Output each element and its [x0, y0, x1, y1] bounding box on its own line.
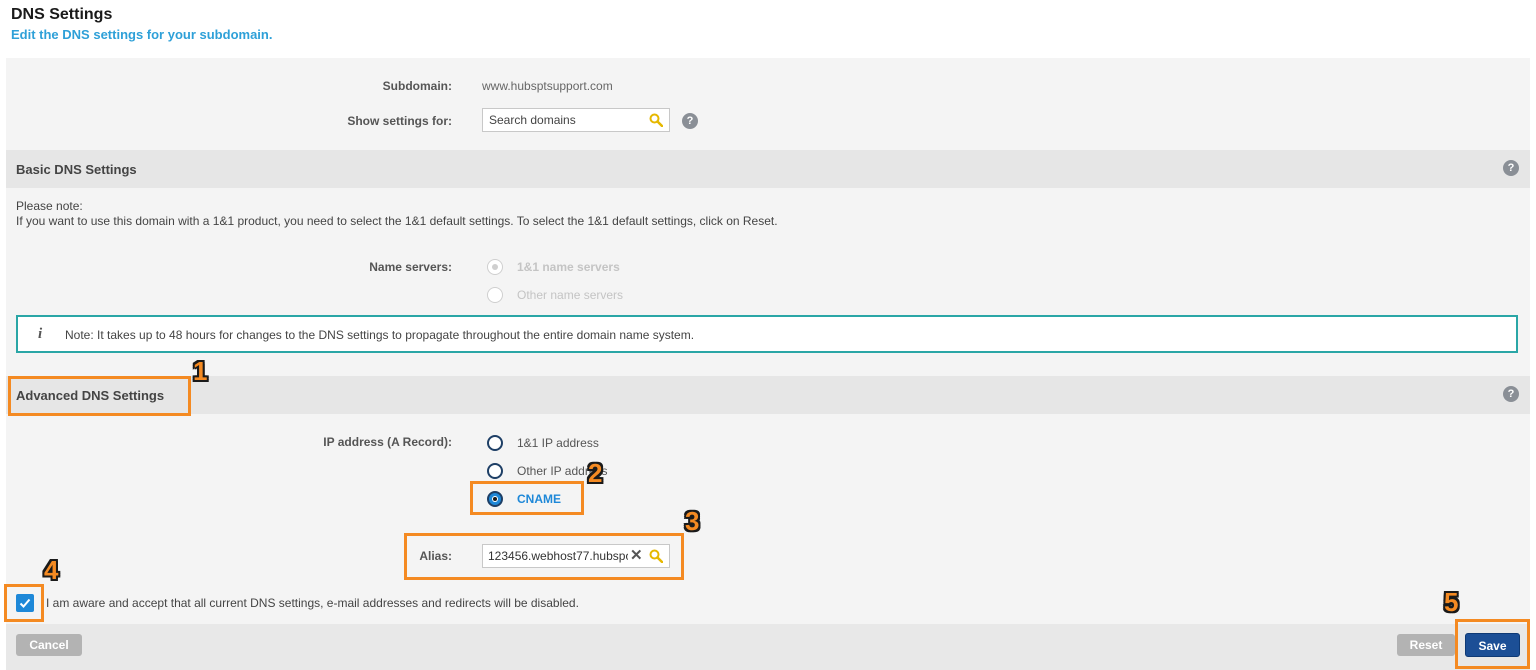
annotation-box-4 [4, 584, 44, 622]
basic-dns-title: Basic DNS Settings [16, 162, 137, 177]
annotation-number-1: 1 [193, 356, 208, 386]
basic-help-icon[interactable]: ? [1503, 160, 1519, 176]
basic-dns-header: Basic DNS Settings [6, 150, 1530, 188]
propagation-info-box: i Note: It takes up to 48 hours for chan… [16, 315, 1518, 353]
search-icon[interactable] [649, 113, 663, 127]
domain-search-input[interactable] [489, 113, 639, 127]
note-heading: Please note: [16, 199, 83, 213]
domain-search-box[interactable] [482, 108, 670, 132]
help-icon[interactable]: ? [682, 113, 698, 129]
annotation-number-5: 5 [1444, 587, 1459, 617]
subdomain-label: Subdomain: [382, 79, 452, 93]
radio-label-1and1-name-servers: 1&1 name servers [517, 260, 620, 274]
reset-button[interactable]: Reset [1397, 634, 1455, 656]
name-servers-label: Name servers: [369, 260, 452, 274]
info-icon: i [38, 326, 43, 342]
accept-text[interactable]: I am aware and accept that all current D… [46, 596, 579, 610]
page-subtitle: Edit the DNS settings for your subdomain… [11, 27, 273, 42]
radio-other-ip[interactable] [487, 463, 503, 479]
radio-1and1-ip[interactable] [487, 435, 503, 451]
advanced-help-icon[interactable]: ? [1503, 386, 1519, 402]
annotation-number-4: 4 [44, 555, 59, 585]
annotation-number-3: 3 [685, 506, 700, 536]
radio-label-other-name-servers: Other name servers [517, 288, 624, 302]
propagation-info-text: Note: It takes up to 48 hours for change… [65, 328, 695, 342]
radio-1and1-name-servers [487, 259, 503, 275]
annotation-number-2: 2 [588, 458, 603, 488]
note-body: If you want to use this domain with a 1&… [16, 214, 778, 228]
show-settings-label: Show settings for: [347, 114, 452, 128]
ip-address-label: IP address (A Record): [323, 435, 452, 449]
footer-bar [6, 624, 1530, 670]
advanced-dns-header: Advanced DNS Settings [6, 376, 1530, 414]
subdomain-value: www.hubsptsupport.com [482, 79, 613, 93]
annotation-box-3 [404, 533, 684, 580]
radio-label-1and1-ip[interactable]: 1&1 IP address [517, 436, 599, 450]
page-title: DNS Settings [11, 6, 113, 23]
cancel-button[interactable]: Cancel [16, 634, 82, 656]
annotation-box-5 [1455, 619, 1530, 669]
annotation-box-2 [470, 481, 584, 515]
annotation-box-1 [8, 376, 191, 416]
basic-note: Please note: If you want to use this dom… [16, 199, 778, 229]
radio-other-name-servers [487, 287, 503, 303]
